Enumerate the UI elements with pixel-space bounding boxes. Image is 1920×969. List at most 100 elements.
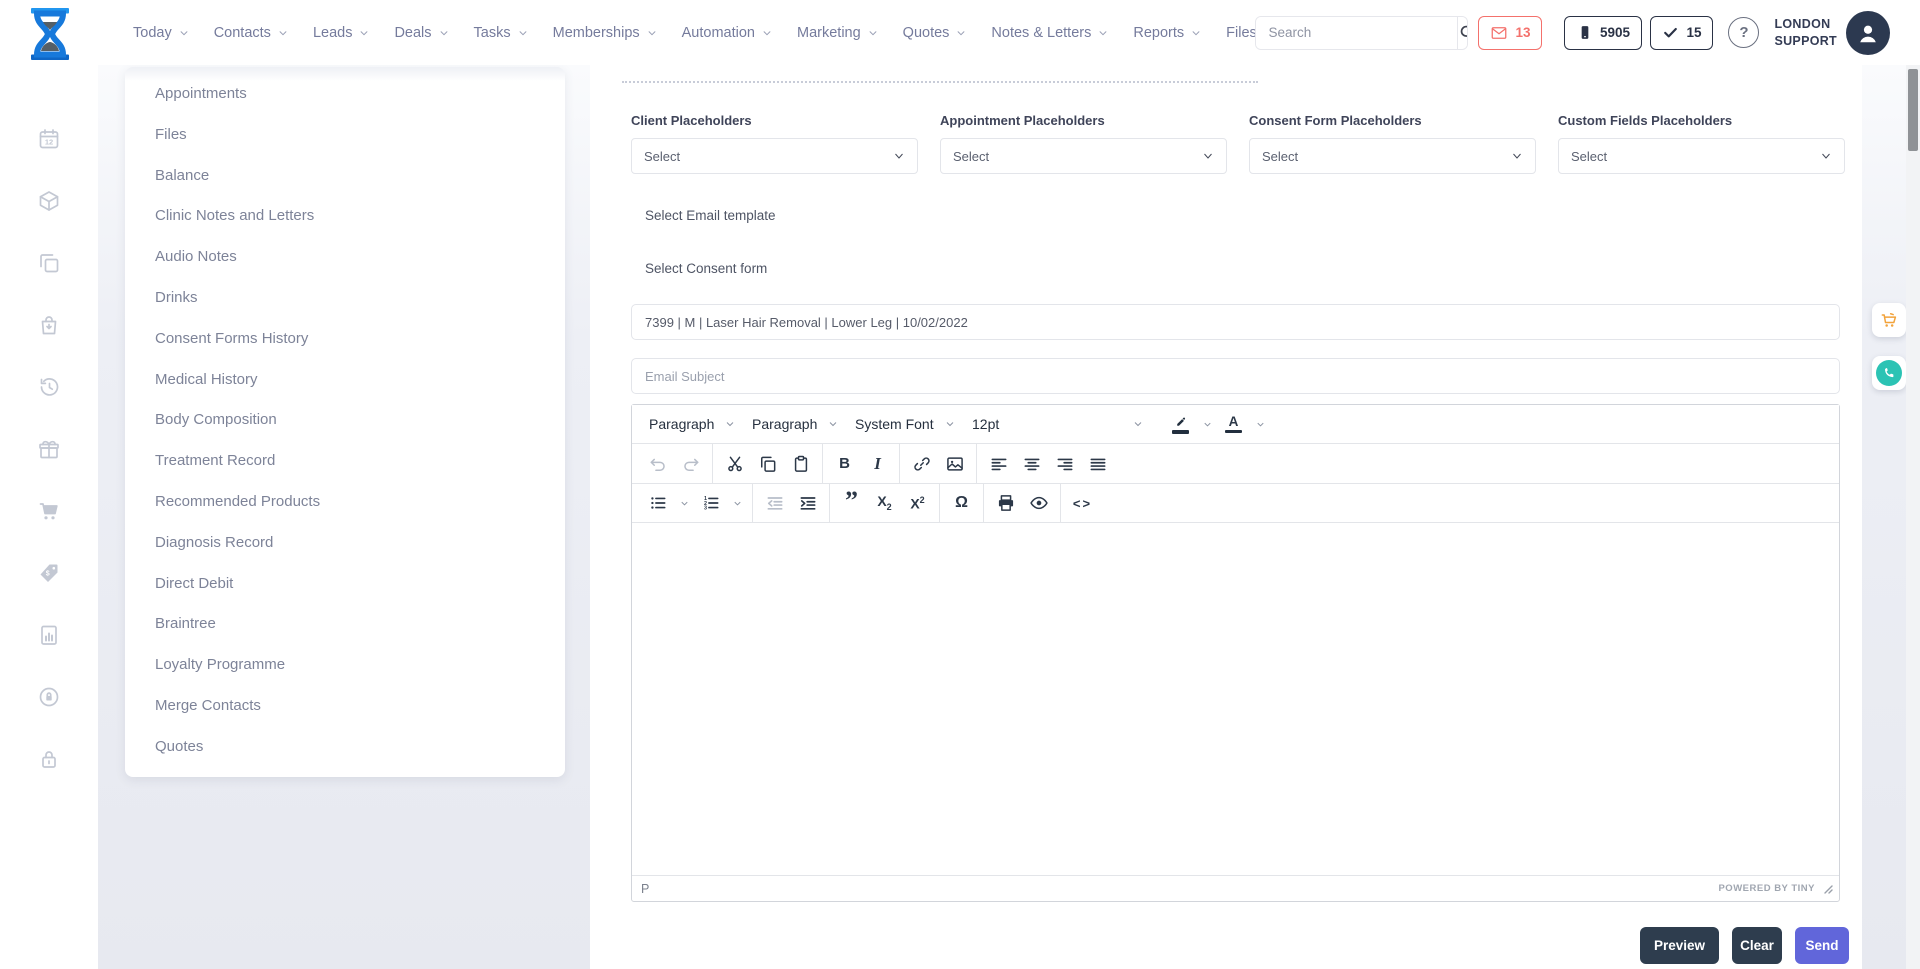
nav-item-today[interactable]: Today [133, 25, 189, 41]
highlight-color-button[interactable] [1164, 409, 1197, 439]
page-scrollbar[interactable] [1906, 65, 1920, 969]
bold-button[interactable]: B [828, 449, 861, 479]
menu-item-merge-contacts[interactable]: Merge Contacts [155, 686, 565, 727]
nav-item-files[interactable]: Files [1226, 25, 1257, 41]
font-family-select[interactable]: System Font [847, 409, 964, 439]
superscript-button[interactable]: X2 [901, 488, 934, 518]
nav-item-contacts[interactable]: Contacts [214, 25, 288, 41]
clear-button[interactable]: Clear [1732, 927, 1782, 964]
menu-item-treatment-record[interactable]: Treatment Record [155, 441, 565, 482]
avatar[interactable] [1846, 11, 1890, 55]
numbered-list-button[interactable]: 123 [694, 488, 727, 518]
appointment-info-field[interactable]: 7399 | M | Laser Hair Removal | Lower Le… [631, 304, 1840, 340]
paste-button[interactable] [784, 449, 817, 479]
numbered-list-menu[interactable] [727, 488, 747, 518]
select-email-template[interactable]: Select Email template [631, 198, 1840, 232]
calendar-icon[interactable]: 12 [37, 127, 61, 151]
undo-button[interactable] [641, 449, 674, 479]
font-size-select[interactable]: 12pt [964, 409, 1152, 439]
nav-item-reports[interactable]: Reports [1133, 25, 1201, 41]
custom-fields-placeholders-select[interactable]: Select [1558, 138, 1845, 174]
search-button[interactable] [1457, 17, 1468, 49]
package-icon[interactable] [37, 189, 61, 213]
lock-icon[interactable] [37, 747, 61, 771]
send-button[interactable]: Send [1795, 927, 1849, 964]
nav-item-automation[interactable]: Automation [682, 25, 772, 41]
consent-form-placeholders-select[interactable]: Select [1249, 138, 1536, 174]
email-subject-input[interactable] [631, 358, 1840, 394]
menu-item-medical-history[interactable]: Medical History [155, 360, 565, 401]
blockquote-button[interactable]: ” [835, 488, 868, 518]
align-center-button[interactable] [1015, 449, 1048, 479]
nav-item-notes-letters[interactable]: Notes & Letters [991, 25, 1108, 41]
nav-item-memberships[interactable]: Memberships [553, 25, 657, 41]
menu-item-appointments[interactable]: Appointments [155, 74, 565, 115]
menu-item-loyalty-programme[interactable]: Loyalty Programme [155, 645, 565, 686]
align-right-button[interactable] [1048, 449, 1081, 479]
resize-handle-icon[interactable] [1823, 884, 1833, 894]
paragraph-format-select[interactable]: Paragraph [744, 409, 847, 439]
subscript-button[interactable]: X2 [868, 488, 901, 518]
text-color-menu[interactable] [1250, 409, 1270, 439]
history-icon[interactable] [37, 375, 61, 399]
source-code-button[interactable]: <> [1066, 488, 1099, 518]
cut-button[interactable] [718, 449, 751, 479]
copy-icon[interactable] [37, 251, 61, 275]
help-button[interactable]: ? [1728, 17, 1759, 48]
menu-item-balance[interactable]: Balance [155, 156, 565, 197]
redo-button[interactable] [674, 449, 707, 479]
preview-button[interactable]: Preview [1640, 927, 1719, 964]
link-button[interactable] [905, 449, 938, 479]
nav-item-marketing[interactable]: Marketing [797, 25, 878, 41]
nav-item-quotes[interactable]: Quotes [903, 25, 967, 41]
bullet-list-button[interactable] [641, 488, 674, 518]
bullet-list-menu[interactable] [674, 488, 694, 518]
pabau-logo[interactable] [26, 8, 74, 60]
special-character-button[interactable]: Ω [945, 488, 978, 518]
client-placeholders-select[interactable]: Select [631, 138, 918, 174]
select-consent-form[interactable]: Select Consent form [631, 251, 1840, 285]
copy-button[interactable] [751, 449, 784, 479]
justify-button[interactable] [1081, 449, 1114, 479]
topbar-right-cluster: 13 5905 15 ? LONDON SUPPORT [1255, 0, 1890, 65]
menu-item-consent-forms[interactable]: Consent Forms History [155, 319, 565, 360]
search-input[interactable] [1256, 17, 1457, 49]
cart-fab-button[interactable] [1872, 303, 1906, 337]
phone-fab-button[interactable] [1872, 356, 1906, 390]
print-button[interactable] [989, 488, 1022, 518]
preview-eye-button[interactable] [1022, 488, 1055, 518]
menu-item-direct-debit[interactable]: Direct Debit [155, 564, 565, 605]
menu-item-audio-notes[interactable]: Audio Notes [155, 237, 565, 278]
nav-item-deals[interactable]: Deals [394, 25, 448, 41]
menu-item-quotes[interactable]: Quotes [155, 727, 565, 768]
outdent-button[interactable] [758, 488, 791, 518]
menu-item-diagnosis-record[interactable]: Diagnosis Record [155, 523, 565, 564]
cart-icon[interactable] [37, 499, 61, 523]
shopping-bag-icon[interactable] [37, 313, 61, 337]
menu-item-files[interactable]: Files [155, 115, 565, 156]
block-format-select[interactable]: Paragraph [641, 409, 744, 439]
italic-button[interactable]: I [861, 449, 894, 479]
account-lock-icon[interactable] [37, 685, 61, 709]
insert-image-button[interactable] [938, 449, 971, 479]
editor-content-area[interactable] [632, 523, 1839, 875]
menu-item-drinks[interactable]: Drinks [155, 278, 565, 319]
menu-item-recommended-products[interactable]: Recommended Products [155, 482, 565, 523]
nav-item-tasks[interactable]: Tasks [474, 25, 528, 41]
menu-item-clinic-notes[interactable]: Clinic Notes and Letters [155, 196, 565, 237]
phone-badge[interactable]: 5905 [1564, 16, 1642, 50]
scrollbar-thumb[interactable] [1908, 69, 1918, 151]
mail-badge[interactable]: 13 [1478, 16, 1542, 50]
nav-item-leads[interactable]: Leads [313, 25, 370, 41]
tasks-badge[interactable]: 15 [1650, 16, 1713, 50]
menu-item-body-composition[interactable]: Body Composition [155, 400, 565, 441]
indent-button[interactable] [791, 488, 824, 518]
appointment-placeholders-select[interactable]: Select [940, 138, 1227, 174]
gift-icon[interactable] [37, 437, 61, 461]
highlight-color-menu[interactable] [1197, 409, 1217, 439]
price-tag-icon[interactable]: $ [37, 561, 61, 585]
menu-item-braintree[interactable]: Braintree [155, 604, 565, 645]
text-color-button[interactable]: A [1217, 409, 1250, 439]
report-icon[interactable] [37, 623, 61, 647]
align-left-button[interactable] [982, 449, 1015, 479]
